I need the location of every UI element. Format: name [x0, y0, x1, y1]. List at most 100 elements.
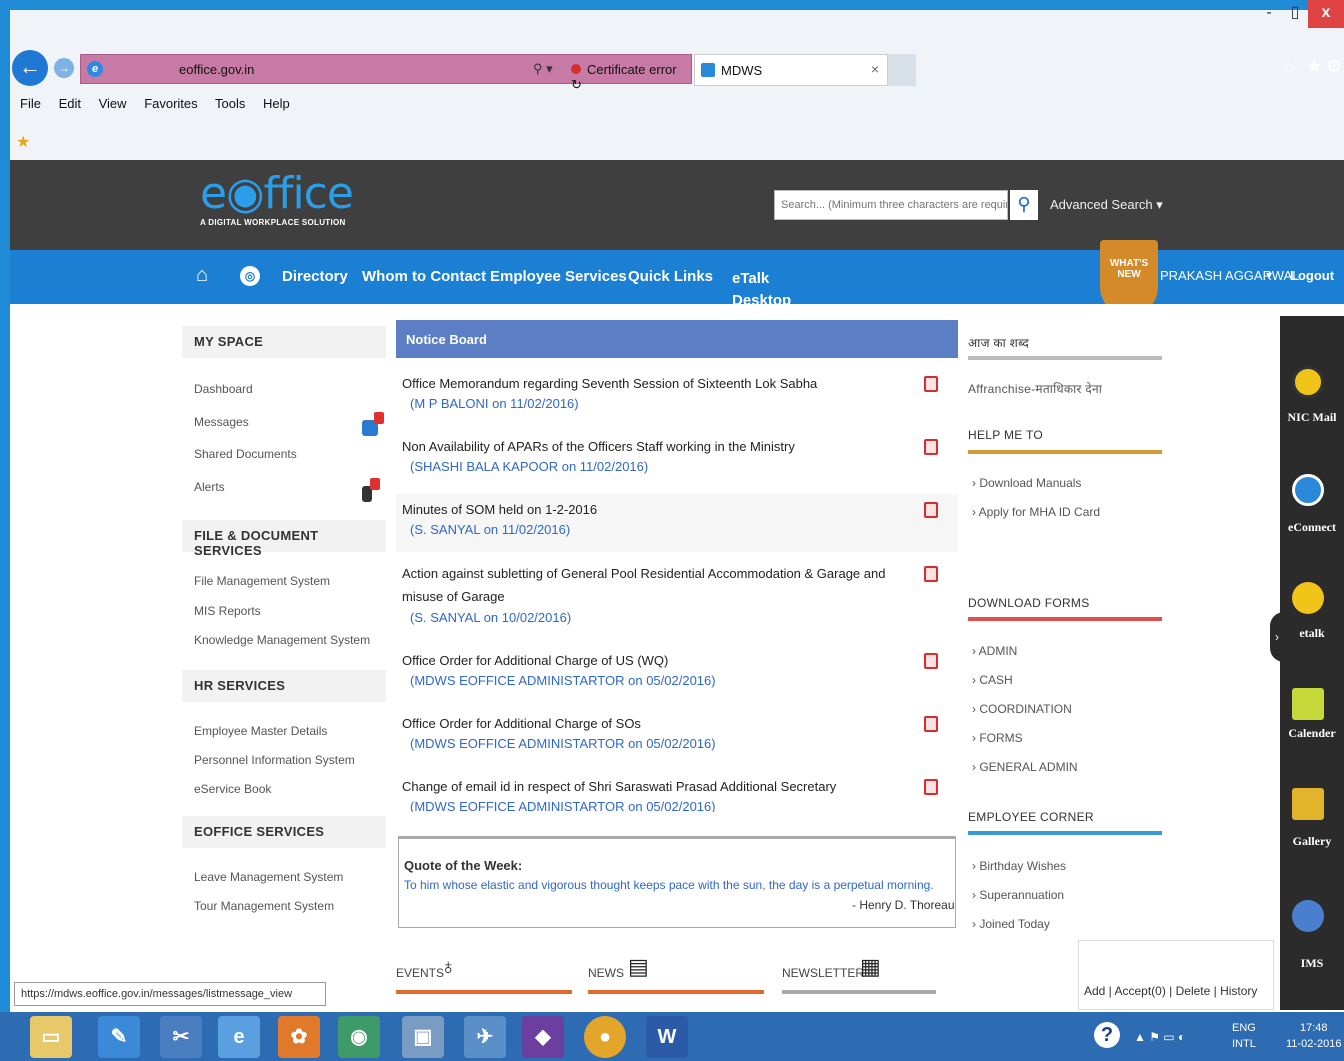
advanced-search-link[interactable]: Advanced Search ▾: [1050, 197, 1163, 213]
notice-board-list[interactable]: Office Memorandum regarding Seventh Sess…: [396, 362, 958, 812]
etalk-icon[interactable]: [1292, 582, 1324, 614]
internet-explorer-icon[interactable]: e: [218, 1016, 260, 1058]
notice-item[interactable]: Office Order for Additional Charge of SO…: [396, 712, 958, 766]
notice-item[interactable]: Action against subletting of General Poo…: [396, 562, 958, 638]
certificate-error[interactable]: Certificate error ↻: [571, 62, 691, 93]
menu-edit[interactable]: Edit: [59, 96, 81, 111]
app-paint-icon[interactable]: ✿: [278, 1016, 320, 1058]
eoffice-logo[interactable]: e◉ffice A DIGITAL WORKPLACE SOLUTION: [200, 172, 354, 228]
pdf-icon[interactable]: [924, 566, 938, 582]
ims-icon[interactable]: [1292, 900, 1324, 932]
news-icon[interactable]: ▤: [628, 954, 649, 980]
browser-tab[interactable]: MDWS ×: [694, 54, 888, 86]
home-nav-icon[interactable]: ⌂: [196, 264, 208, 287]
menu-favorites[interactable]: Favorites: [144, 96, 197, 111]
notice-title[interactable]: Office Memorandum regarding Seventh Sess…: [402, 372, 912, 395]
gallery-icon[interactable]: [1292, 788, 1324, 820]
input-language[interactable]: ENG INTL: [1232, 1020, 1256, 1052]
notice-item[interactable]: Office Memorandum regarding Seventh Sess…: [396, 372, 958, 426]
app-tools-icon[interactable]: ✂: [160, 1016, 202, 1058]
menu-file[interactable]: File: [20, 96, 41, 111]
employee-joined-today[interactable]: › Joined Today: [972, 917, 1050, 931]
user-name[interactable]: PRAKASH AGGARWAL: [1160, 268, 1299, 283]
form-forms[interactable]: › FORMS: [972, 731, 1023, 745]
sidebar-item-tour-management[interactable]: Tour Management System: [194, 899, 334, 913]
close-window-button[interactable]: x: [1308, 0, 1344, 28]
chrome-icon[interactable]: ●: [584, 1016, 626, 1058]
file-explorer-icon[interactable]: ▭: [30, 1016, 72, 1058]
sidebar-item-mis-reports[interactable]: MIS Reports: [194, 604, 261, 618]
help-icon[interactable]: ?: [1094, 1022, 1120, 1048]
nav-employee-services[interactable]: Employee Services: [490, 268, 627, 285]
minimize-button[interactable]: -: [1256, 0, 1282, 28]
menu-help[interactable]: Help: [263, 96, 290, 111]
nav-directory[interactable]: Directory: [282, 268, 348, 285]
pdf-icon[interactable]: [924, 502, 938, 518]
notice-title[interactable]: Change of email id in respect of Shri Sa…: [402, 775, 912, 798]
newsletter-icon[interactable]: ▦: [860, 954, 881, 980]
notice-title[interactable]: Minutes of SOM held on 1-2-2016: [402, 498, 912, 521]
pdf-icon[interactable]: [924, 439, 938, 455]
logout-link[interactable]: Logout: [1290, 268, 1334, 283]
notice-item[interactable]: Change of email id in respect of Shri Sa…: [396, 775, 958, 812]
sidebar-item-personnel-info[interactable]: Personnel Information System: [194, 753, 355, 767]
globe-icon[interactable]: ◎: [240, 266, 260, 286]
pdf-icon[interactable]: [924, 653, 938, 669]
app-plane-icon[interactable]: ✈: [464, 1016, 506, 1058]
employee-superannuation[interactable]: › Superannuation: [972, 888, 1064, 902]
nav-quick-links[interactable]: Quick Links: [628, 268, 713, 285]
econnect-icon[interactable]: [1292, 474, 1324, 506]
sidebar-item-employee-master[interactable]: Employee Master Details: [194, 724, 327, 738]
events-award-icon[interactable]: ♁: [440, 954, 457, 980]
sidebar-item-shared-documents[interactable]: Shared Documents: [194, 447, 297, 461]
pdf-icon[interactable]: [924, 376, 938, 392]
menu-view[interactable]: View: [99, 96, 127, 111]
notice-title[interactable]: Action against subletting of General Poo…: [402, 562, 912, 608]
clock[interactable]: 17:48 11-02-2016: [1286, 1020, 1341, 1052]
dock-calendar[interactable]: Calender: [1282, 726, 1342, 741]
form-cash[interactable]: › CASH: [972, 673, 1013, 687]
notice-title[interactable]: Office Order for Additional Charge of SO…: [402, 712, 912, 735]
user-menu-caret-icon[interactable]: ▾: [1266, 268, 1272, 282]
sidebar-item-alerts[interactable]: Alerts: [194, 480, 225, 494]
sidebar-item-file-management[interactable]: File Management System: [194, 574, 330, 588]
maximize-button[interactable]: ▯: [1282, 0, 1308, 28]
dock-nic-mail[interactable]: NIC Mail: [1282, 410, 1342, 425]
sidebar-item-dashboard[interactable]: Dashboard: [194, 382, 253, 396]
message-actions[interactable]: Add | Accept(0) | Delete | History: [1084, 984, 1257, 998]
search-input[interactable]: [774, 190, 1008, 220]
word-icon[interactable]: W: [646, 1016, 688, 1058]
notice-title[interactable]: Office Order for Additional Charge of US…: [402, 649, 912, 672]
events-tab[interactable]: EVENTS: [396, 966, 444, 980]
dock-gallery[interactable]: Gallery: [1282, 834, 1342, 849]
notice-item[interactable]: Office Order for Additional Charge of US…: [396, 649, 958, 703]
app-network-icon[interactable]: ◉: [338, 1016, 380, 1058]
pdf-icon[interactable]: [924, 779, 938, 795]
nav-whom-to-contact[interactable]: Whom to Contact: [362, 268, 486, 285]
favorites-star-icon[interactable]: ★: [1306, 56, 1322, 77]
app-feather-icon[interactable]: ✎: [98, 1016, 140, 1058]
dock-ims[interactable]: IMS: [1282, 956, 1342, 971]
address-bar[interactable]: e eoffice.gov.in ⚲ ▾ Certificate error ↻: [80, 54, 692, 92]
form-admin[interactable]: › ADMIN: [972, 644, 1017, 658]
sidebar-item-knowledge-management[interactable]: Knowledge Management System: [194, 633, 370, 647]
help-apply-id-card[interactable]: › Apply for MHA ID Card: [972, 505, 1100, 519]
menu-tools[interactable]: Tools: [215, 96, 245, 111]
search-icon[interactable]: ⚲: [1010, 190, 1038, 220]
news-tab[interactable]: NEWS: [588, 966, 624, 980]
tray-icons[interactable]: ▲ ⚑ ▭ ◐: [1134, 1030, 1185, 1044]
new-tab-area[interactable]: [888, 54, 916, 86]
notice-item[interactable]: Minutes of SOM held on 1-2-2016 (S. SANY…: [396, 494, 958, 552]
search-dropdown-icon[interactable]: ⚲ ▾: [533, 61, 553, 77]
visual-studio-icon[interactable]: ◆: [522, 1016, 564, 1058]
help-download-manuals[interactable]: › Download Manuals: [972, 476, 1081, 490]
sidebar-item-messages[interactable]: Messages: [194, 415, 249, 429]
form-coordination[interactable]: › COORDINATION: [972, 702, 1072, 716]
notice-title[interactable]: Non Availability of APARs of the Officer…: [402, 435, 912, 458]
add-favorite-icon[interactable]: ★: [16, 132, 30, 152]
newsletter-tab[interactable]: NEWSLETTER: [782, 966, 864, 980]
dock-econnect[interactable]: eConnect: [1282, 520, 1342, 535]
calendar-icon[interactable]: [1292, 688, 1324, 720]
notice-item[interactable]: Non Availability of APARs of the Officer…: [396, 435, 958, 489]
nic-mail-icon[interactable]: [1292, 366, 1324, 398]
